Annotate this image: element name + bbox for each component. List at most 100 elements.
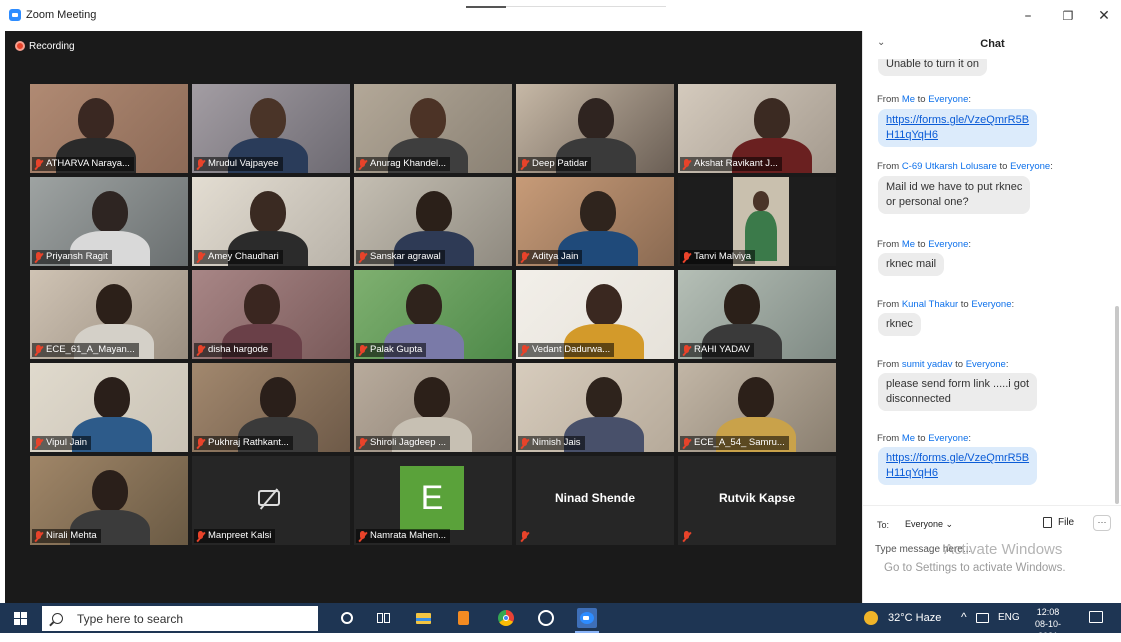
- participant-name-label: Mrudul Vajpayee: [194, 157, 283, 171]
- more-options-button[interactable]: ···: [1093, 515, 1111, 531]
- recording-dot-icon: [15, 41, 25, 51]
- mic-muted-icon: [682, 251, 691, 263]
- participant-name: Priyansh Ragit: [46, 251, 108, 262]
- mic-muted-icon: [520, 437, 529, 449]
- close-button[interactable]: ✕: [1089, 6, 1119, 26]
- zoom-app-icon: [9, 9, 21, 21]
- chat-scrollbar-thumb[interactable]: [1115, 306, 1119, 504]
- participant-tile[interactable]: ATHARVA Naraya...: [30, 84, 188, 173]
- participant-tile[interactable]: Nimish Jais: [516, 363, 674, 452]
- mic-muted-icon: [682, 530, 691, 542]
- sender-name: sumit yadav: [901, 359, 953, 370]
- from-prefix: From: [877, 433, 902, 444]
- participant-tile[interactable]: Akshat Ravikant J...: [678, 84, 836, 173]
- participant-head: [754, 98, 790, 140]
- colon: :: [1011, 299, 1015, 310]
- participant-tile[interactable]: disha hargode: [192, 270, 350, 359]
- recipient-dropdown[interactable]: Everyone ⌄: [901, 517, 957, 532]
- participant-avatar: E: [400, 466, 464, 530]
- participant-name: Vedant Dadurwa...: [532, 344, 611, 355]
- participant-tile[interactable]: RAHI YADAV: [678, 270, 836, 359]
- participant-tile[interactable]: Rutvik Kapse: [678, 456, 836, 545]
- weather-text[interactable]: 32°C Haze: [888, 612, 941, 624]
- participant-tile[interactable]: Ninad Shende: [516, 456, 674, 545]
- participant-name-label: disha hargode: [194, 343, 273, 357]
- participant-tile[interactable]: Priyansh Ragit: [30, 177, 188, 266]
- participant-tile[interactable]: Shiroli Jagdeep ...: [354, 363, 512, 452]
- chevron-up-icon[interactable]: ^: [961, 610, 967, 624]
- participant-name-label: Anurag Khandel...: [356, 157, 451, 171]
- participant-name-label: ATHARVA Naraya...: [32, 157, 134, 171]
- drag-handle[interactable]: [466, 6, 506, 8]
- sender-name: Kunal Thakur: [901, 299, 959, 310]
- participant-tile[interactable]: Tanvi Malviya: [678, 177, 836, 266]
- participant-tile[interactable]: Sanskar agrawal: [354, 177, 512, 266]
- language-indicator[interactable]: ENG: [998, 612, 1020, 623]
- participant-tile[interactable]: ECE_A_54_ Samru...: [678, 363, 836, 452]
- chat-message-line: please send form link .....i got: [886, 378, 1030, 390]
- activate-windows-title: Activate Windows: [944, 541, 1063, 558]
- participant-tile[interactable]: Aditya Jain: [516, 177, 674, 266]
- chat-link-bubble[interactable]: https://forms.gle/VzeQmrR5B H11qYqH6: [878, 109, 1038, 147]
- participant-tile[interactable]: Vipul Jain: [30, 363, 188, 452]
- chat-message-bubble: Unable to turn it on: [878, 59, 987, 76]
- chat-message-line: H11qYqH6: [886, 129, 938, 141]
- participant-tile[interactable]: Anurag Khandel...: [354, 84, 512, 173]
- taskbar-search-box[interactable]: Type here to search: [42, 606, 318, 631]
- chat-message-line: Mail id we have to put rknec: [886, 181, 1023, 193]
- title-bar: Zoom Meeting – ❐ ✕: [0, 0, 1121, 31]
- participant-head: [753, 191, 769, 211]
- participant-tile[interactable]: Amey Chaudhari: [192, 177, 350, 266]
- zoom-icon[interactable]: [577, 608, 597, 628]
- participant-head: [580, 191, 616, 233]
- mic-muted-icon: [520, 344, 529, 356]
- participant-tile[interactable]: Pukhraj Rathkant...: [192, 363, 350, 452]
- recipient-name: Everyone: [928, 433, 969, 444]
- file-button[interactable]: File: [1043, 517, 1074, 528]
- chat-link-bubble[interactable]: https://forms.gle/VzeQmrR5B H11qYqH6: [878, 447, 1038, 485]
- participant-name: Shiroli Jagdeep ...: [370, 437, 447, 448]
- participant-name: Aditya Jain: [532, 251, 579, 262]
- chat-message-header: From Kunal Thakur to Everyone:: [877, 299, 1014, 310]
- sublime-icon[interactable]: [455, 610, 471, 626]
- start-button[interactable]: [14, 612, 27, 625]
- participant-tile[interactable]: Deep Patidar: [516, 84, 674, 173]
- mic-muted-icon: [358, 158, 367, 170]
- mic-muted-icon: [358, 437, 367, 449]
- github-desktop-icon[interactable]: [538, 610, 554, 626]
- participant-name: Deep Patidar: [532, 158, 588, 169]
- participant-head: [416, 191, 452, 233]
- participant-head: [94, 377, 130, 419]
- sender-name: C-69 Utkarsh Lolusare: [901, 161, 997, 172]
- chrome-icon[interactable]: [498, 610, 514, 626]
- participant-tile[interactable]: ECE_61_A_Mayan...: [30, 270, 188, 359]
- participant-tile[interactable]: Palak Gupta: [354, 270, 512, 359]
- drag-divider: [506, 6, 666, 7]
- participant-name-center: Rutvik Kapse: [718, 491, 796, 505]
- participant-head: [406, 284, 442, 326]
- participant-tile[interactable]: Mrudul Vajpayee: [192, 84, 350, 173]
- participant-name: Anurag Khandel...: [370, 158, 447, 169]
- participant-tile[interactable]: E Namrata Mahen...: [354, 456, 512, 545]
- minimize-button[interactable]: –: [1013, 6, 1043, 26]
- file-explorer-icon[interactable]: [415, 610, 431, 626]
- participant-tile[interactable]: Vedant Dadurwa...: [516, 270, 674, 359]
- colon: :: [968, 239, 971, 250]
- participant-head: [250, 98, 286, 140]
- network-icon[interactable]: [976, 613, 989, 623]
- participant-tile[interactable]: Nirali Mehta: [30, 456, 188, 545]
- restore-button[interactable]: ❐: [1053, 6, 1083, 26]
- chat-message-line: rknec: [886, 318, 913, 330]
- windows-taskbar: Type here to search 32°C Haze ^ ENG 12:0…: [0, 603, 1121, 641]
- participant-head: [96, 284, 132, 326]
- participant-name-center: Ninad Shende: [554, 491, 635, 505]
- cortana-icon[interactable]: [339, 610, 355, 626]
- chat-message-bubble: Mail id we have to put rknec or personal …: [878, 176, 1031, 214]
- notification-icon[interactable]: [1089, 611, 1103, 623]
- task-view-icon[interactable]: [375, 610, 391, 626]
- window-title: Zoom Meeting: [26, 9, 97, 21]
- participant-tile[interactable]: Manpreet Kalsi: [192, 456, 350, 545]
- participant-name: ECE_A_54_ Samru...: [694, 437, 785, 448]
- mic-muted-icon: [358, 251, 367, 263]
- taskbar-clock[interactable]: 12:08 08-10-2021: [1026, 606, 1070, 642]
